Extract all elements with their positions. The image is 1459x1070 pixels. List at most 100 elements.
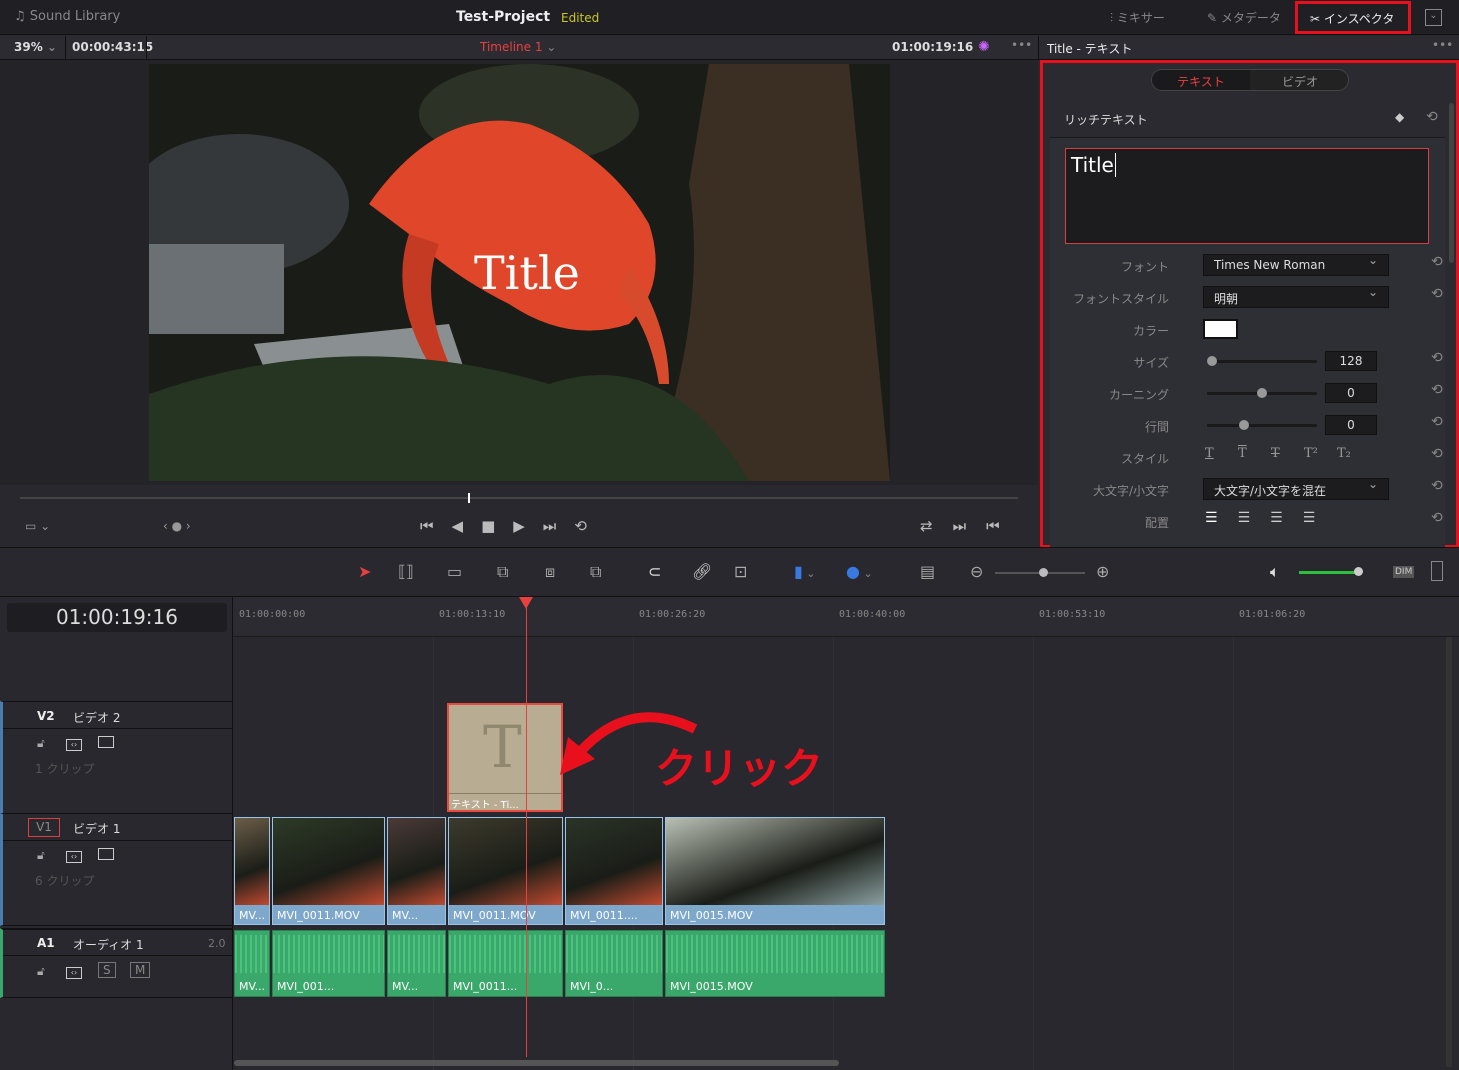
lock-icon[interactable]: 🔓︎ [37,848,45,863]
underline-button[interactable]: T [1205,446,1214,461]
auto-select-icon[interactable]: ‹› [66,736,82,751]
video-clip[interactable]: MVI_0011.MOV [448,817,563,925]
timeline-select[interactable]: Timeline 1 ⌄ [480,40,556,54]
line-spacing-field[interactable]: 0 [1325,415,1377,435]
text-input[interactable]: Title [1065,148,1429,244]
auto-select-icon[interactable]: ‹› [66,848,82,863]
keyframe-icon[interactable]: ◆ [1395,110,1404,124]
font-style-dropdown[interactable]: 明朝 [1203,285,1389,308]
align-center-icon[interactable]: ☰ [1238,510,1271,526]
size-slider[interactable] [1207,356,1317,366]
align-right-icon[interactable]: ☰ [1270,510,1303,526]
lock-icon[interactable]: 🔓︎ [37,736,45,751]
flag-icon[interactable]: ▮ ⌄ [794,562,816,581]
inspector-scrollbar[interactable] [1449,103,1454,263]
mute-button[interactable]: M [130,962,151,978]
audio-clip[interactable]: MVI_0011... [448,930,563,997]
video-clip[interactable]: MVI_0011.MOV [272,817,385,925]
link-icon[interactable]: 🔗︎ [692,562,712,581]
timeline-ruler[interactable]: 01:00:00:00 01:00:13:10 01:00:26:20 01:0… [233,597,1459,637]
justify-icon[interactable]: ☰ [1303,510,1336,526]
scrubber-handle[interactable] [468,493,470,503]
timeline-view-icon[interactable]: ▤ [920,562,935,581]
zoom-out-icon[interactable]: ⊖ [970,562,983,581]
metadata-button[interactable]: ✎ メタデータ [1207,9,1281,26]
video-clip[interactable]: MV... [387,817,446,925]
inspector-more-icon[interactable]: ••• [1432,38,1453,52]
insert-icon[interactable]: ⧉ [497,562,508,582]
track-header-v1[interactable]: V1 ビデオ 1 🔓︎ ‹› 6 クリップ [0,814,232,926]
kerning-field[interactable]: 0 [1325,383,1377,403]
solo-button[interactable]: S [98,962,116,978]
jog-control[interactable]: ‹ ● › [163,519,191,533]
audio-clip[interactable]: MVI_0... [565,930,663,997]
zoom-select[interactable]: 39% ⌄ [14,40,57,54]
tab-text[interactable]: テキスト [1152,70,1250,90]
reset-icon[interactable]: ⟲ [1431,446,1443,462]
track-header-v2[interactable]: V2 ビデオ 2 🔓︎ ‹› 1 クリップ [0,701,232,814]
track-header-a1[interactable]: A1 オーディオ 1 2.0 🔓︎ ‹› S M [0,928,232,998]
zoom-in-icon[interactable]: ⊕ [1096,562,1109,581]
color-wheel-icon[interactable]: ✺ [978,39,990,55]
reset-icon[interactable]: ⟲ [1431,382,1443,398]
audio-clip[interactable]: MV... [387,930,446,997]
playhead[interactable] [526,597,527,1057]
zoom-slider[interactable] [995,568,1085,577]
destination-v1[interactable]: V1 [28,818,60,837]
align-left-icon[interactable]: ☰ [1205,510,1238,526]
select-tool-icon[interactable]: ➤ [358,562,371,581]
reset-icon[interactable]: ⟲ [1431,510,1443,526]
auto-select-icon[interactable]: ‹› [66,964,82,979]
expand-icon[interactable]: ⌄ [1425,9,1442,26]
viewer-frame[interactable]: Title [149,64,890,481]
superscript-button[interactable]: T² [1304,446,1318,461]
reset-icon[interactable]: ⟲ [1431,350,1443,366]
overwrite-icon[interactable]: ⧈ [545,562,555,582]
replace-icon[interactable]: ⧉ [590,562,601,582]
blade-tool-icon[interactable]: ▭ [447,562,462,581]
lock-icon[interactable]: ⊡ [734,562,747,581]
timeline-vscroll[interactable] [1446,637,1452,1067]
tab-video[interactable]: ビデオ [1251,70,1348,90]
font-dropdown[interactable]: Times New Roman [1203,253,1389,276]
video-clip[interactable]: MVI_0015.MOV [665,817,885,925]
strikethrough-button[interactable]: T [1271,446,1280,461]
volume-slider[interactable] [1299,567,1363,576]
reset-icon[interactable]: ⟲ [1431,478,1443,494]
marker-icon[interactable]: ● ⌄ [846,562,873,581]
viewer-right-buttons[interactable]: ⇄⏭⏮ [920,517,1020,535]
kerning-slider[interactable] [1207,388,1317,398]
dim-button[interactable]: DIM [1393,566,1415,578]
frame-size-icon[interactable]: ▭ ⌄ [25,519,50,533]
audio-clip[interactable]: MVI_001... [272,930,385,997]
case-dropdown[interactable]: 大文字/小文字を混在 [1203,477,1389,500]
track-enable-icon[interactable] [98,848,114,863]
reset-icon[interactable]: ⟲ [1431,414,1443,430]
size-field[interactable]: 128 [1325,351,1377,371]
volume-icon[interactable]: 🔈︎ [1270,562,1280,582]
mixer-button[interactable]: ⫶ ミキサー [1110,9,1165,26]
meter-icon[interactable] [1431,561,1443,581]
sound-library-button[interactable]: ♫ Sound Library [14,9,120,24]
timeline-scrollbar[interactable] [234,1060,839,1066]
title-overlay[interactable]: Title [474,246,580,300]
subscript-button[interactable]: T₂ [1337,446,1351,461]
reset-icon[interactable]: ⟲ [1426,109,1438,125]
audio-clip[interactable]: MVI_0015.MOV [665,930,885,997]
video-clip[interactable]: MV... [234,817,270,925]
video-clip[interactable]: MVI_0011.... [565,817,663,925]
overline-button[interactable]: T [1238,446,1247,461]
line-spacing-slider[interactable] [1207,420,1317,430]
snap-icon[interactable]: ⊂ [648,562,661,581]
track-enable-icon[interactable] [98,736,114,751]
playhead-handle[interactable] [519,597,533,609]
more-icon[interactable]: ••• [1011,38,1032,52]
color-swatch[interactable] [1203,319,1238,339]
reset-icon[interactable]: ⟲ [1431,286,1443,302]
reset-icon[interactable]: ⟲ [1431,254,1443,270]
transport-buttons[interactable]: ⏮◀■▶⏭⟲ [420,517,605,535]
trim-tool-icon[interactable]: ⟦⟧ [398,562,414,581]
scrubber[interactable] [20,497,1018,499]
inspector-button[interactable]: ✂ インスペクタ [1295,1,1411,34]
audio-clip[interactable]: MV... [234,930,270,997]
